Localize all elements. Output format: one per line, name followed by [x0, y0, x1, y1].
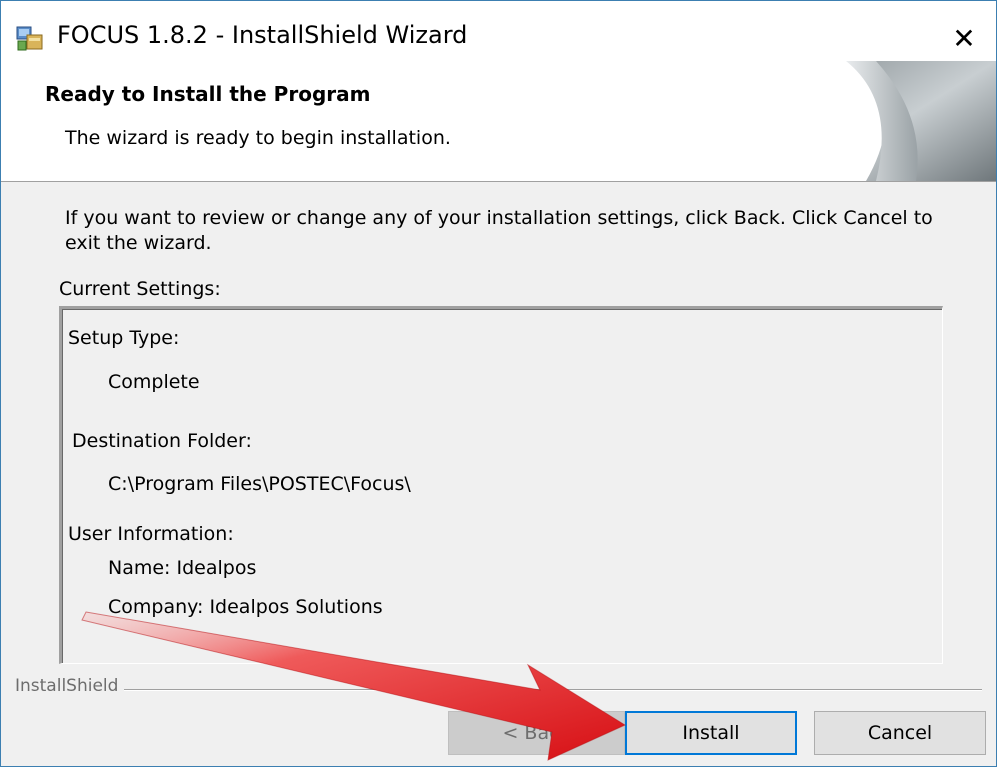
installshield-window: FOCUS 1.8.2 - InstallShield Wizard ✕ Rea…	[0, 0, 997, 767]
back-button[interactable]: < Back	[448, 711, 625, 755]
page-title: Ready to Install the Program	[45, 82, 371, 106]
installshield-brand: InstallShield	[15, 676, 125, 696]
setup-type-label: Setup Type:	[68, 327, 180, 349]
setup-type-value: Complete	[108, 371, 200, 393]
installer-app-icon	[16, 26, 43, 51]
install-button[interactable]: Install	[625, 711, 797, 755]
page-curl-graphic	[806, 61, 996, 181]
user-name-value: Name: Idealpos	[108, 557, 257, 579]
intro-text: If you want to review or change any of y…	[65, 207, 933, 254]
user-company-value: Company: Idealpos Solutions	[108, 596, 383, 618]
destination-folder-label: Destination Folder:	[72, 430, 252, 452]
destination-folder-value: C:\Program Files\POSTEC\Focus\	[108, 473, 411, 495]
user-information-label: User Information:	[68, 523, 234, 545]
current-settings-label: Current Settings:	[59, 278, 221, 300]
header-banner: Ready to Install the Program The wizard …	[1, 61, 996, 182]
page-subtitle: The wizard is ready to begin installatio…	[65, 127, 451, 149]
footer-divider	[15, 689, 982, 691]
close-icon: ✕	[952, 21, 976, 55]
settings-summary-box[interactable]: Setup Type: Complete Destination Folder:…	[59, 306, 943, 664]
cancel-button[interactable]: Cancel	[814, 711, 986, 755]
window-title: FOCUS 1.8.2 - InstallShield Wizard	[57, 21, 468, 49]
